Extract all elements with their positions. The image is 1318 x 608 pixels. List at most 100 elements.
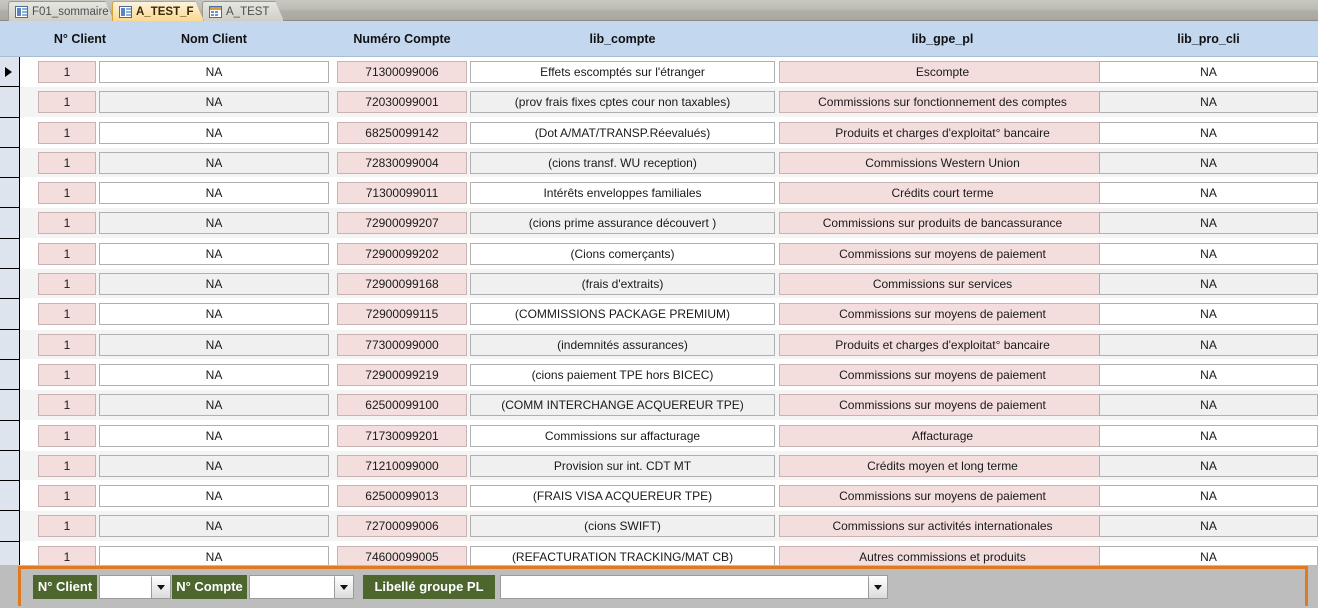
record-selector[interactable] xyxy=(0,148,19,179)
column-header-lib_compte[interactable]: lib_compte xyxy=(470,21,775,57)
cell-num_client[interactable]: 1 xyxy=(38,454,96,477)
table-row[interactable]: 1 NA 72830099004 (cions transf. WU receptio… xyxy=(20,147,1318,179)
record-selector[interactable] xyxy=(0,239,19,270)
cell-lib_pro_cli[interactable]: NA xyxy=(1099,182,1318,205)
cell-lib_compte[interactable]: (FRAIS VISA ACQUEREUR TPE) xyxy=(470,485,775,508)
cell-numero_compte[interactable]: 72900099168 xyxy=(337,273,467,296)
record-selector[interactable] xyxy=(0,87,19,118)
cell-numero_compte[interactable]: 72700099006 xyxy=(337,515,467,538)
table-row[interactable]: 1 NA 72030099001 (prov frais fixes cptes co… xyxy=(20,87,1318,118)
cell-lib_gpe_pl[interactable]: Commissions sur produits de bancassuranc… xyxy=(779,212,1106,235)
column-header-lib_pro_cli[interactable]: lib_pro_cli xyxy=(1099,21,1318,57)
cell-num_client[interactable]: 1 xyxy=(38,424,96,447)
table-row[interactable]: 1 NA 62500099013 (FRAIS VISA ACQUEREUR TPE)… xyxy=(20,481,1318,512)
table-row[interactable]: 1 NA 72900099115 (COMMISSIONS PACKAGE PREMI… xyxy=(20,299,1318,330)
record-selector[interactable] xyxy=(0,269,19,300)
cell-lib_compte[interactable]: (cions SWIFT) xyxy=(470,515,775,538)
column-header-nom_client[interactable]: Nom Client xyxy=(99,21,329,57)
cell-lib_compte[interactable]: (frais d'extraits) xyxy=(470,273,775,296)
record-selector[interactable] xyxy=(0,330,19,360)
cell-nom_client[interactable]: NA xyxy=(99,151,329,174)
cell-num_client[interactable]: 1 xyxy=(38,61,96,83)
cell-num_client[interactable]: 1 xyxy=(38,485,96,508)
num-client-button[interactable]: N° Client xyxy=(33,575,97,599)
cell-lib_gpe_pl[interactable]: Commissions sur moyens de paiement xyxy=(779,303,1106,326)
cell-nom_client[interactable]: NA xyxy=(99,333,329,356)
cell-lib_pro_cli[interactable]: NA xyxy=(1099,485,1318,508)
cell-numero_compte[interactable]: 72900099202 xyxy=(337,242,467,265)
table-row[interactable]: 1 NA 71300099006 Effets escomptés sur l'étr… xyxy=(20,57,1318,88)
record-selector[interactable] xyxy=(0,178,19,209)
cell-lib_gpe_pl[interactable]: Commissions Western Union xyxy=(779,151,1106,174)
cell-lib_compte[interactable]: (cions paiement TPE hors BICEC) xyxy=(470,363,775,386)
record-selector[interactable] xyxy=(0,481,19,512)
cell-num_client[interactable]: 1 xyxy=(38,151,96,174)
cell-lib_compte[interactable]: Effets escomptés sur l'étranger xyxy=(470,61,775,83)
combo-value[interactable] xyxy=(250,576,334,598)
cell-numero_compte[interactable]: 71300099006 xyxy=(337,61,467,83)
cell-lib_pro_cli[interactable]: NA xyxy=(1099,333,1318,356)
cell-lib_gpe_pl[interactable]: Affacturage xyxy=(779,424,1106,447)
num-compte-combo[interactable] xyxy=(249,575,354,599)
cell-numero_compte[interactable]: 77300099000 xyxy=(337,333,467,356)
cell-nom_client[interactable]: NA xyxy=(99,485,329,508)
tab-a_test_f[interactable]: A_TEST_F xyxy=(112,1,204,21)
table-row[interactable]: 1 NA 72900099202 (Cions comerçants) Commissi… xyxy=(20,238,1318,270)
cell-lib_pro_cli[interactable]: NA xyxy=(1099,424,1318,447)
cell-num_client[interactable]: 1 xyxy=(38,273,96,296)
table-row[interactable]: 1 NA 72700099006 (cions SWIFT) Commissions s… xyxy=(20,511,1318,543)
cell-lib_pro_cli[interactable]: NA xyxy=(1099,303,1318,326)
cell-lib_pro_cli[interactable]: NA xyxy=(1099,394,1318,417)
cell-nom_client[interactable]: NA xyxy=(99,61,329,83)
cell-lib_compte[interactable]: (Cions comerçants) xyxy=(470,242,775,265)
cell-num_client[interactable]: 1 xyxy=(38,515,96,538)
cell-numero_compte[interactable]: 72830099004 xyxy=(337,151,467,174)
cell-lib_compte[interactable]: (cions prime assurance découvert ) xyxy=(470,212,775,235)
record-selector[interactable] xyxy=(0,57,19,88)
cell-lib_gpe_pl[interactable]: Commissions sur moyens de paiement xyxy=(779,363,1106,386)
cell-lib_gpe_pl[interactable]: Commissions sur moyens de paiement xyxy=(779,394,1106,417)
table-row[interactable]: 1 NA 72900099207 (cions prime assurance déc… xyxy=(20,208,1318,240)
cell-nom_client[interactable]: NA xyxy=(99,454,329,477)
table-row[interactable]: 1 NA 71300099011 Intérêts enveloppes famili… xyxy=(20,178,1318,209)
cell-nom_client[interactable]: NA xyxy=(99,303,329,326)
cell-numero_compte[interactable]: 62500099013 xyxy=(337,485,467,508)
table-row[interactable]: 1 NA 62500099100 (COMM INTERCHANGE ACQUEREU… xyxy=(20,390,1318,421)
cell-num_client[interactable]: 1 xyxy=(38,182,96,205)
cell-lib_gpe_pl[interactable]: Escompte xyxy=(779,61,1106,83)
cell-lib_gpe_pl[interactable]: Commissions sur moyens de paiement xyxy=(779,485,1106,508)
combo-value[interactable] xyxy=(100,576,151,598)
tab-a_test[interactable]: A_TEST xyxy=(202,1,284,21)
cell-num_client[interactable]: 1 xyxy=(38,91,96,114)
cell-lib_gpe_pl[interactable]: Produits et charges d'exploitat° bancair… xyxy=(779,121,1106,144)
record-selector[interactable] xyxy=(0,208,19,239)
cell-nom_client[interactable]: NA xyxy=(99,273,329,296)
record-selector[interactable] xyxy=(0,511,19,542)
chevron-down-icon[interactable] xyxy=(868,576,887,598)
table-row[interactable]: 1 NA 71210099000 Provision sur int. CDT MT C… xyxy=(20,450,1318,482)
cell-lib_pro_cli[interactable]: NA xyxy=(1099,212,1318,235)
cell-lib_pro_cli[interactable]: NA xyxy=(1099,454,1318,477)
cell-num_client[interactable]: 1 xyxy=(38,303,96,326)
cell-lib_compte[interactable]: (Dot A/MAT/TRANSP.Réevalués) xyxy=(470,121,775,144)
column-header-numero_compte[interactable]: Numéro Compte xyxy=(337,21,467,57)
table-row[interactable]: 1 NA 71730099201 Commissions sur affacturag… xyxy=(20,420,1318,452)
cell-nom_client[interactable]: NA xyxy=(99,515,329,538)
cell-lib_gpe_pl[interactable]: Commissions sur fonctionnement des compt… xyxy=(779,91,1106,114)
cell-nom_client[interactable]: NA xyxy=(99,394,329,417)
cell-numero_compte[interactable]: 72900099207 xyxy=(337,212,467,235)
cell-lib_compte[interactable]: Provision sur int. CDT MT xyxy=(470,454,775,477)
cell-lib_compte[interactable]: (prov frais fixes cptes cour non taxable… xyxy=(470,91,775,114)
chevron-down-icon[interactable] xyxy=(334,576,353,598)
cell-lib_gpe_pl[interactable]: Commissions sur moyens de paiement xyxy=(779,242,1106,265)
cell-lib_gpe_pl[interactable]: Commissions sur services xyxy=(779,273,1106,296)
cell-lib_compte[interactable]: (COMMISSIONS PACKAGE PREMIUM) xyxy=(470,303,775,326)
cell-num_client[interactable]: 1 xyxy=(38,212,96,235)
cell-lib_pro_cli[interactable]: NA xyxy=(1099,121,1318,144)
libelle-groupe-pl-combo[interactable] xyxy=(500,575,888,599)
chevron-down-icon[interactable] xyxy=(151,576,170,598)
cell-lib_pro_cli[interactable]: NA xyxy=(1099,61,1318,83)
cell-numero_compte[interactable]: 68250099142 xyxy=(337,121,467,144)
cell-lib_pro_cli[interactable]: NA xyxy=(1099,273,1318,296)
cell-nom_client[interactable]: NA xyxy=(99,424,329,447)
